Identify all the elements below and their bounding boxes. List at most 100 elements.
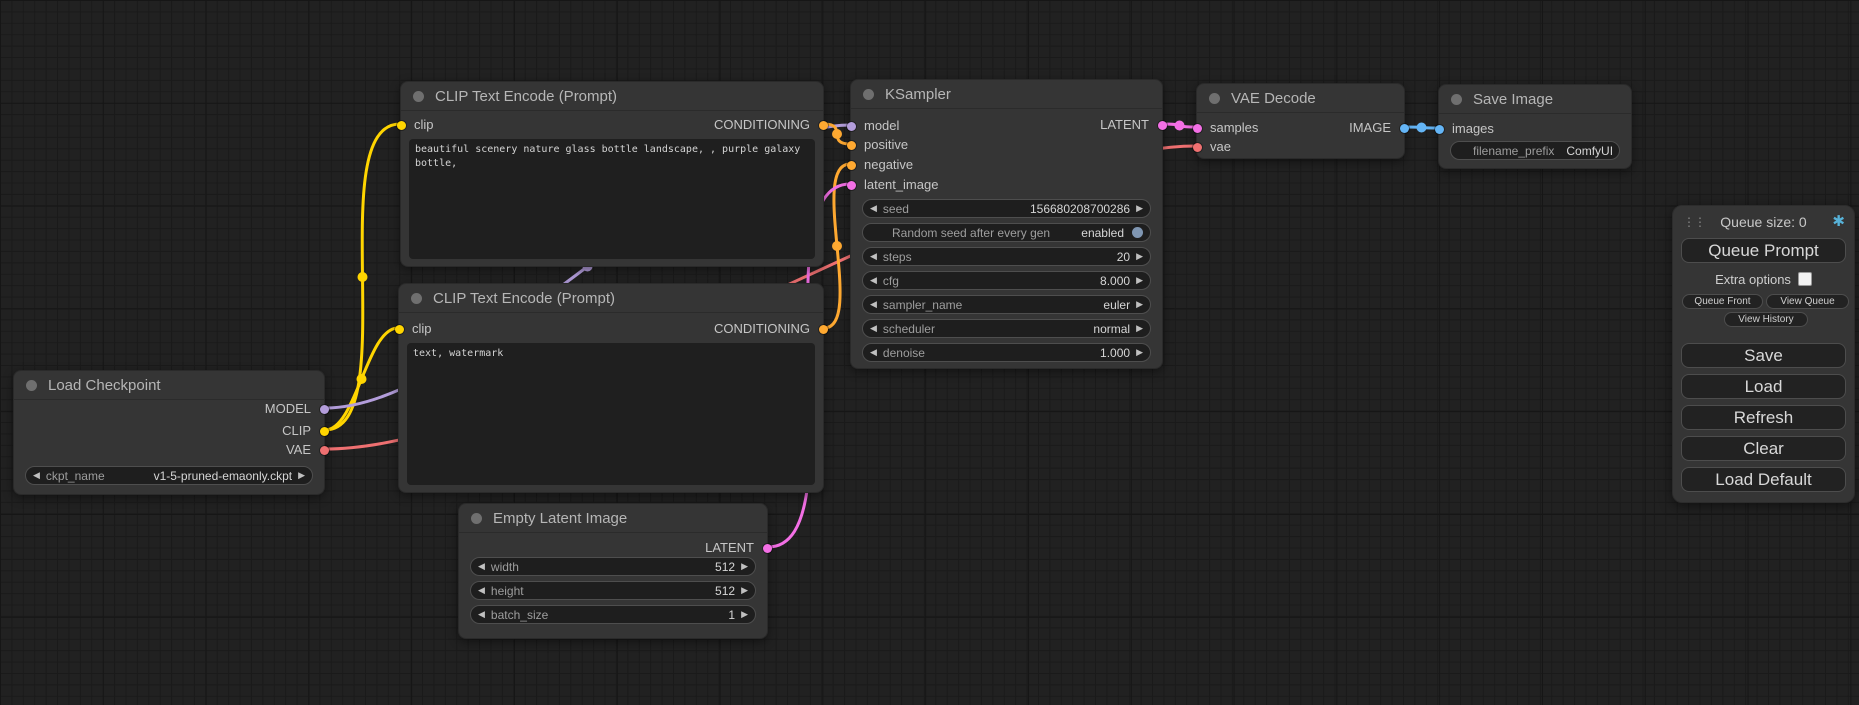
collapse-dot-icon[interactable] [863,89,874,100]
load-checkpoint[interactable]: Load CheckpointMODELCLIPVAE◀ckpt_namev1-… [13,370,325,495]
ksampler-widget-denoise[interactable]: ◀denoise1.000▶ [862,343,1151,362]
decrement-arrow-icon[interactable]: ◀ [478,606,485,623]
images-input-slot[interactable] [1435,125,1444,134]
VAE-output-slot[interactable] [320,446,329,455]
save-image-title[interactable]: Save Image [1439,85,1631,114]
widget-value: 20 [1117,250,1130,264]
ksampler-widget-sampler_name[interactable]: ◀sampler_nameeuler▶ [862,295,1151,314]
decrement-arrow-icon[interactable]: ◀ [870,248,877,265]
CONDITIONING-output-slot[interactable] [819,121,828,130]
clip-text-encode-negative[interactable]: CLIP Text Encode (Prompt)clipCONDITIONIN… [398,283,824,493]
link-midpoint-dot[interactable] [1175,121,1185,131]
clip-text-encode-positive-prompt-text[interactable]: beautiful scenery nature glass bottle la… [409,139,815,259]
CONDITIONING-output-slot[interactable] [819,325,828,334]
LATENT-output-slot[interactable] [763,544,772,553]
clip-input-slot[interactable] [395,325,404,334]
extra-options-row: Extra options [1673,271,1854,287]
ksampler-widget-random-seed-after-every-gen[interactable]: Random seed after every genenabled [862,223,1151,242]
negative-input-slot[interactable] [847,161,856,170]
save-image-widget-filename_prefix[interactable]: filename_prefixComfyUI [1450,141,1620,160]
clip-input-slot[interactable] [397,121,406,130]
collapse-dot-icon[interactable] [1209,93,1220,104]
increment-arrow-icon[interactable]: ▶ [741,558,748,575]
refresh-button[interactable]: Refresh [1681,405,1846,430]
ksampler-widget-cfg[interactable]: ◀cfg8.000▶ [862,271,1151,290]
increment-arrow-icon[interactable]: ▶ [1136,200,1143,217]
link-midpoint-dot[interactable] [357,374,367,384]
decrement-arrow-icon[interactable]: ◀ [478,582,485,599]
increment-arrow-icon[interactable]: ▶ [298,467,305,484]
ksampler[interactable]: KSamplermodelpositivenegativelatent_imag… [850,79,1163,369]
increment-arrow-icon[interactable]: ▶ [1136,320,1143,337]
settings-gear-icon[interactable]: ✱ [1832,213,1845,231]
latent_image-input-slot[interactable] [847,181,856,190]
output-slot-label: LATENT [705,540,754,555]
LATENT-output-slot[interactable] [1158,121,1167,130]
collapse-dot-icon[interactable] [411,293,422,304]
save-button[interactable]: Save [1681,343,1846,368]
CLIP-output-slot[interactable] [320,427,329,436]
ksampler-widget-seed[interactable]: ◀seed156680208700286▶ [862,199,1151,218]
increment-arrow-icon[interactable]: ▶ [741,606,748,623]
link-midpoint-dot[interactable] [1417,123,1427,133]
MODEL-output-slot[interactable] [320,405,329,414]
increment-arrow-icon[interactable]: ▶ [1136,344,1143,361]
ksampler-title[interactable]: KSampler [851,80,1162,109]
empty-latent-image-widget-height[interactable]: ◀height512▶ [470,581,756,600]
collapse-dot-icon[interactable] [1451,94,1462,105]
decrement-arrow-icon[interactable]: ◀ [33,467,40,484]
save-image[interactable]: Save Imageimagesfilename_prefixComfyUI [1438,84,1632,169]
model-input-slot[interactable] [847,122,856,131]
decrement-arrow-icon[interactable]: ◀ [870,344,877,361]
IMAGE-output-slot[interactable] [1400,124,1409,133]
toggle-knob[interactable] [1132,227,1143,238]
input-slot-label: vae [1210,139,1231,154]
widget-label: sampler_name [883,298,962,312]
decrement-arrow-icon[interactable]: ◀ [870,200,877,217]
vae-decode-title[interactable]: VAE Decode [1197,84,1404,113]
queue-prompt-button[interactable]: Queue Prompt [1681,238,1846,263]
collapse-dot-icon[interactable] [26,380,37,391]
decrement-arrow-icon[interactable]: ◀ [870,272,877,289]
load-checkpoint-title[interactable]: Load Checkpoint [14,371,324,400]
decrement-arrow-icon[interactable]: ◀ [870,320,877,337]
collapse-dot-icon[interactable] [471,513,482,524]
clear-button[interactable]: Clear [1681,436,1846,461]
increment-arrow-icon[interactable]: ▶ [1136,248,1143,265]
decrement-arrow-icon[interactable]: ◀ [478,558,485,575]
ksampler-widget-steps[interactable]: ◀steps20▶ [862,247,1151,266]
decrement-arrow-icon[interactable]: ◀ [870,296,877,313]
ksampler-widget-scheduler[interactable]: ◀schedulernormal▶ [862,319,1151,338]
collapse-dot-icon[interactable] [413,91,424,102]
clip-text-encode-negative-title[interactable]: CLIP Text Encode (Prompt) [399,284,823,313]
output-slot-label: LATENT [1100,117,1149,132]
link-midpoint-dot[interactable] [832,241,842,251]
input-slot-label: clip [414,117,434,132]
link-midpoint-dot[interactable] [832,129,842,139]
output-slot-label: CLIP [282,423,311,438]
vae-decode[interactable]: VAE DecodesamplesvaeIMAGE [1196,83,1405,159]
clip-text-encode-positive[interactable]: CLIP Text Encode (Prompt)clipCONDITIONIN… [400,81,824,267]
increment-arrow-icon[interactable]: ▶ [741,582,748,599]
empty-latent-image[interactable]: Empty Latent ImageLATENT◀width512▶◀heigh… [458,503,768,639]
load-default-button[interactable]: Load Default [1681,467,1846,492]
load-checkpoint-widget-ckpt_name[interactable]: ◀ckpt_namev1-5-pruned-emaonly.ckpt▶ [25,466,313,485]
graph-canvas[interactable]: Load CheckpointMODELCLIPVAE◀ckpt_namev1-… [0,0,1859,705]
clip-text-encode-negative-prompt-text[interactable]: text, watermark [407,343,815,485]
vae-input-slot[interactable] [1193,143,1202,152]
increment-arrow-icon[interactable]: ▶ [1136,296,1143,313]
widget-label: height [491,584,524,598]
view-history-button[interactable]: View History [1724,312,1808,327]
empty-latent-image-title[interactable]: Empty Latent Image [459,504,767,533]
queue-front-button[interactable]: Queue Front [1682,294,1763,309]
load-button[interactable]: Load [1681,374,1846,399]
clip-text-encode-positive-title[interactable]: CLIP Text Encode (Prompt) [401,82,823,111]
empty-latent-image-widget-batch_size[interactable]: ◀batch_size1▶ [470,605,756,624]
samples-input-slot[interactable] [1193,124,1202,133]
increment-arrow-icon[interactable]: ▶ [1136,272,1143,289]
positive-input-slot[interactable] [847,141,856,150]
extra-options-checkbox[interactable] [1798,272,1812,286]
empty-latent-image-widget-width[interactable]: ◀width512▶ [470,557,756,576]
link-midpoint-dot[interactable] [358,272,368,282]
view-queue-button[interactable]: View Queue [1766,294,1849,309]
